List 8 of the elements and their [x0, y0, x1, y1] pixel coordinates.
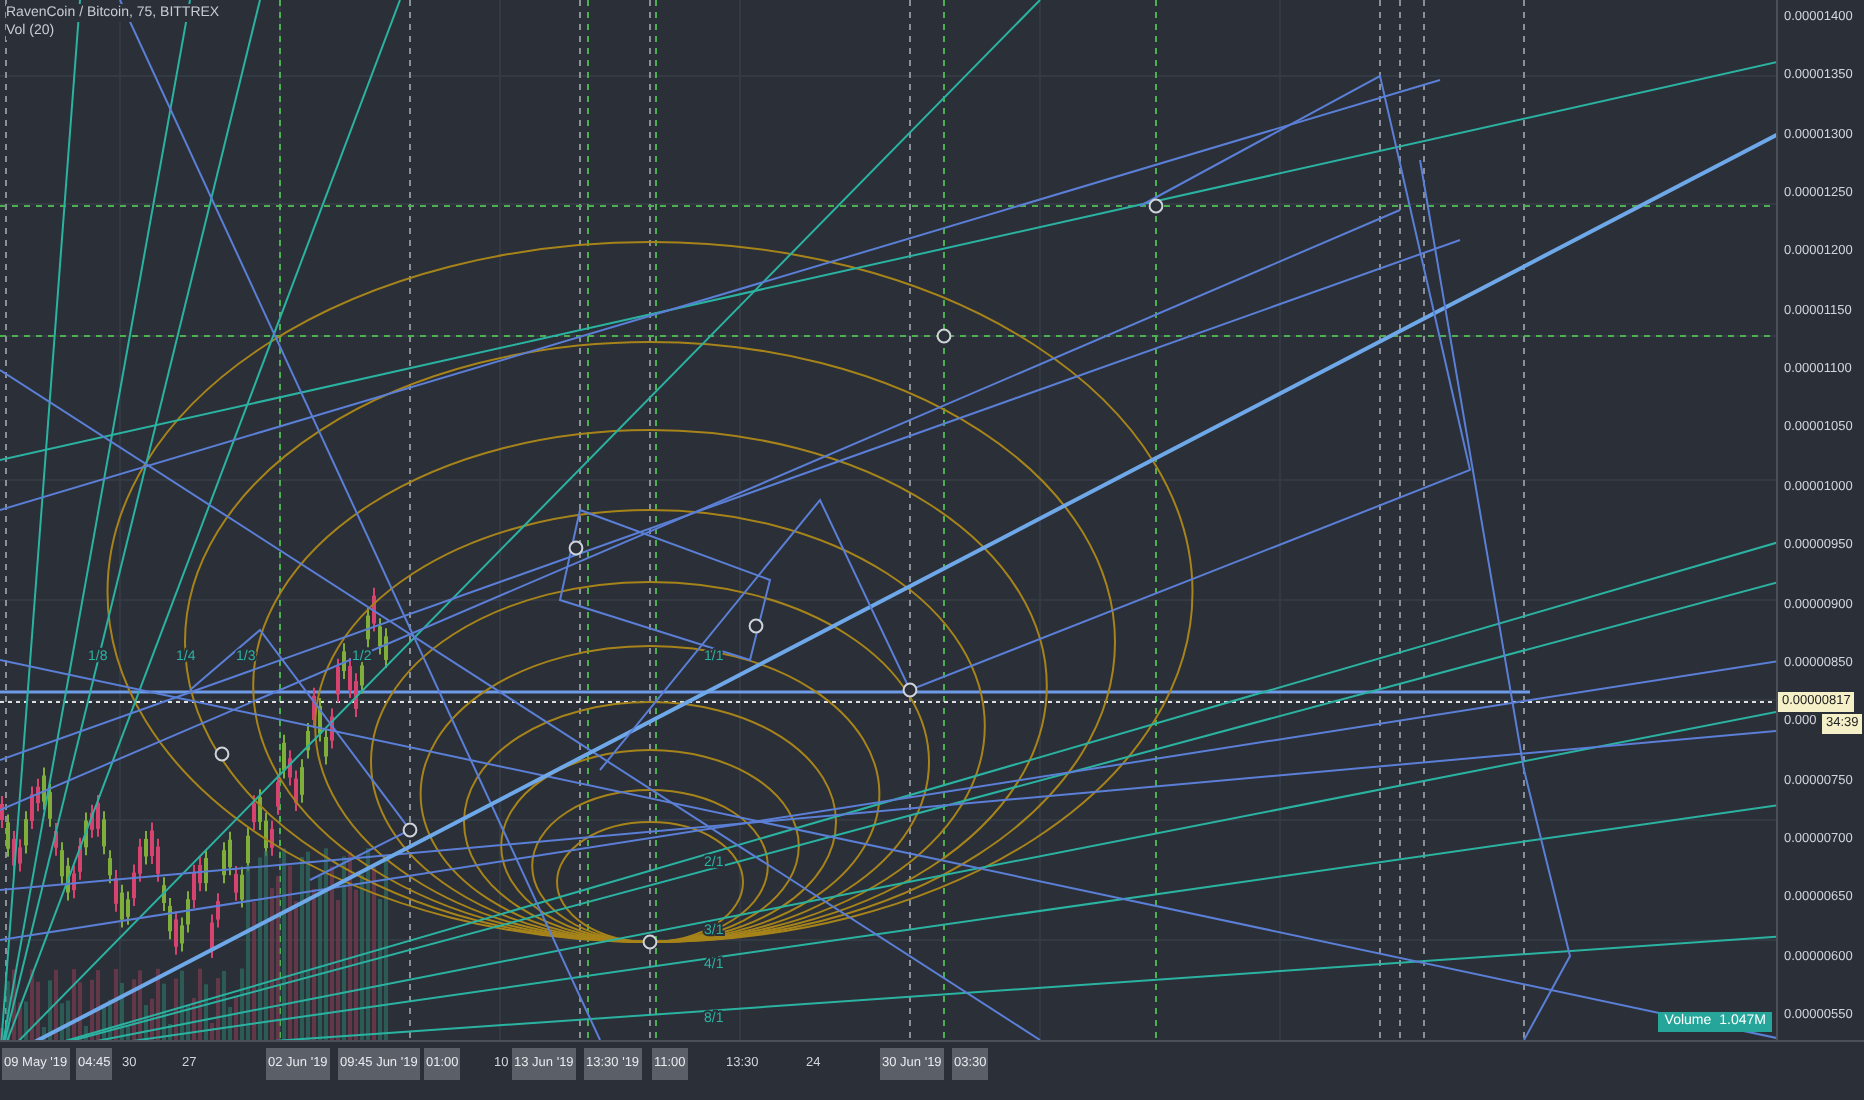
anchor-point-icon[interactable]	[936, 328, 952, 344]
anchor-point-icon[interactable]	[748, 618, 764, 634]
anchor-point-icon[interactable]	[214, 746, 230, 762]
anchor-point-icon[interactable]	[1148, 198, 1164, 214]
anchor-point-icon[interactable]	[902, 682, 918, 698]
anchor-point-icon[interactable]	[402, 822, 418, 838]
anchor-point-icon[interactable]	[642, 934, 658, 950]
anchor-point-icon[interactable]	[568, 540, 584, 556]
